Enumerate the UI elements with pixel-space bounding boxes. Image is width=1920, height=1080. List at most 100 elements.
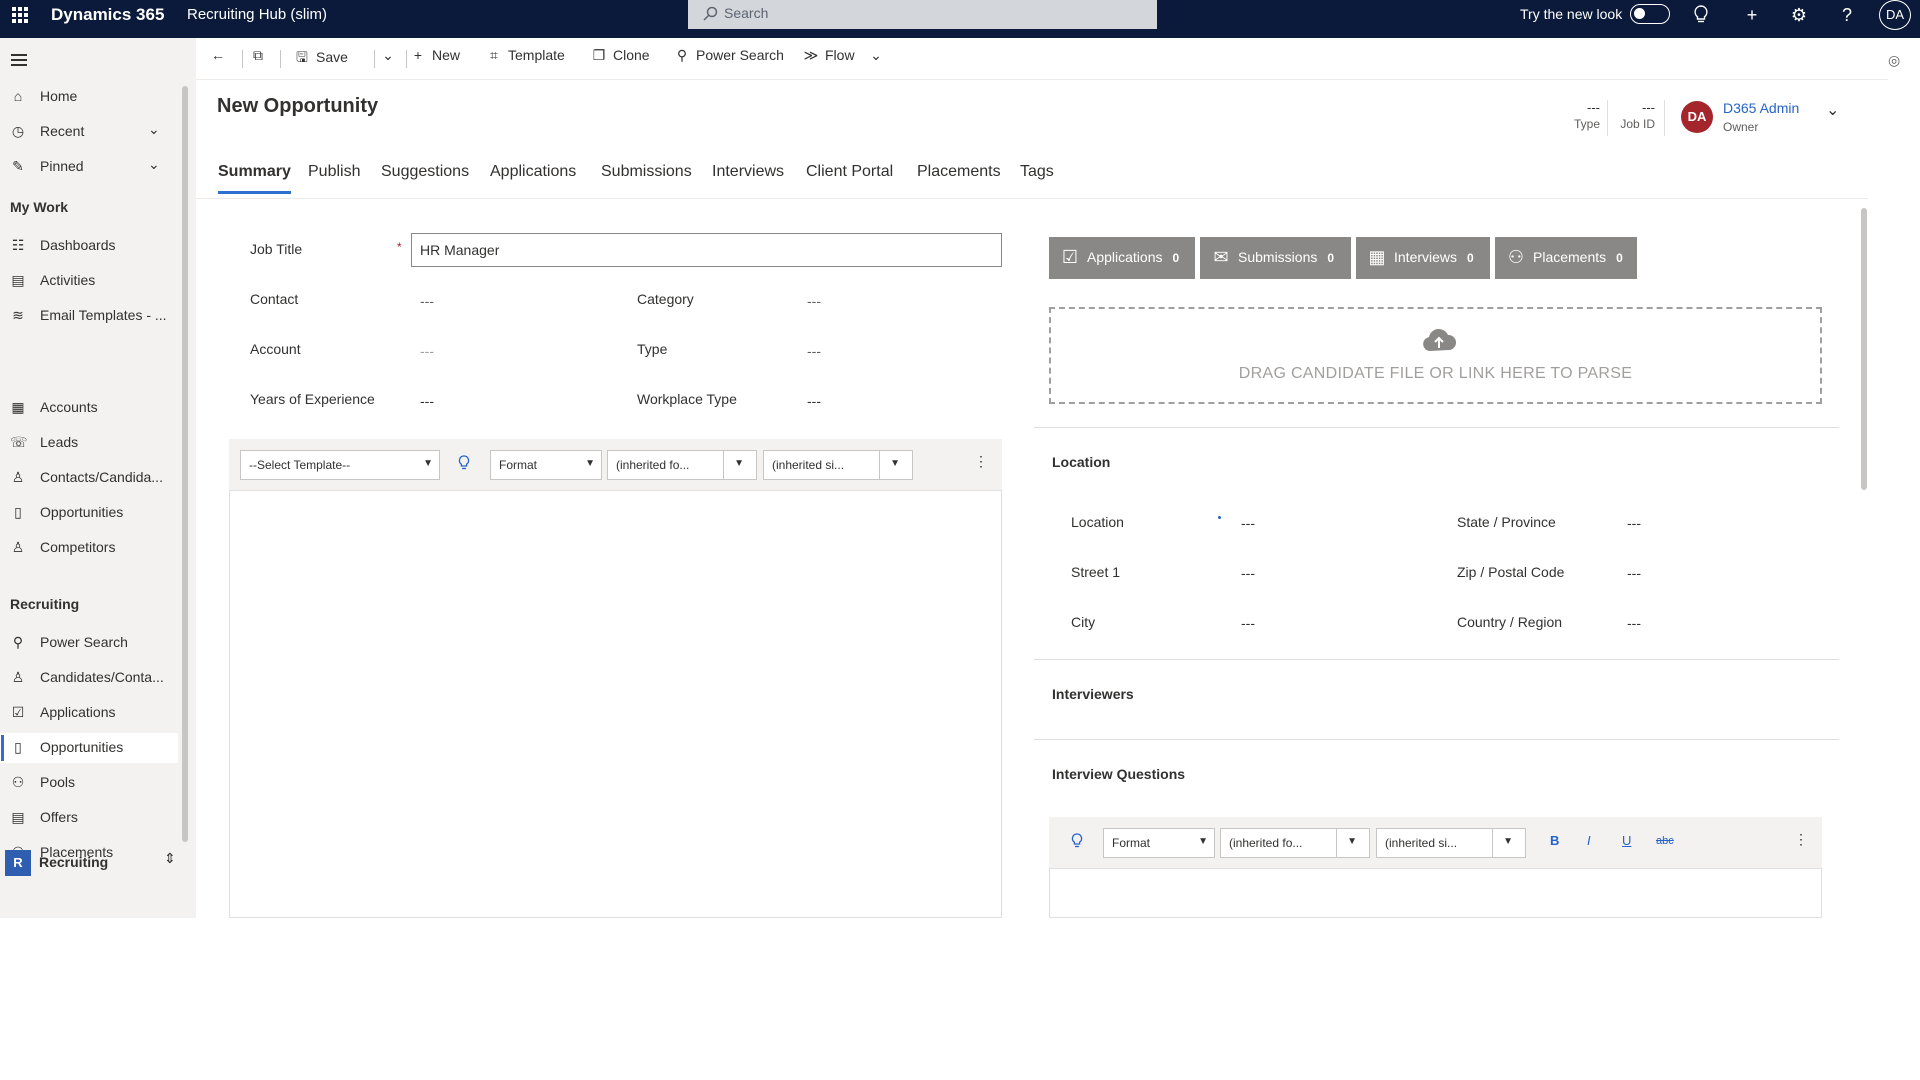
font-size-dropdown[interactable]: (inherited si... ▼ <box>1376 828 1526 858</box>
font-family-dropdown[interactable]: (inherited fo... ▼ <box>607 450 757 480</box>
sidebar-item-pools[interactable]: ⚇ Pools <box>0 768 178 798</box>
save-options-dropdown[interactable]: ⌄ <box>370 47 402 71</box>
area-switcher[interactable]: R Recruiting ⇕ <box>0 844 196 884</box>
sidebar-item-applications[interactable]: ☑ Applications <box>0 698 178 728</box>
power-search-button[interactable]: ⚲ Power Search <box>674 47 784 71</box>
sidebar-item-contacts[interactable]: ♙ Contacts/Candida... <box>0 463 178 493</box>
type-value[interactable]: --- <box>807 343 821 359</box>
tab-publish[interactable]: Publish <box>308 163 360 181</box>
category-value[interactable]: --- <box>807 293 821 309</box>
accounts-icon: ▦ <box>11 399 25 415</box>
location-value[interactable]: --- <box>1241 515 1255 531</box>
sidebar-item-leads[interactable]: ☏ Leads <box>0 428 178 458</box>
tab-tags[interactable]: Tags <box>1020 163 1054 181</box>
help-icon[interactable]: ? <box>1836 4 1858 26</box>
flow-button[interactable]: ≫ Flow <box>803 47 855 71</box>
zip-value[interactable]: --- <box>1627 565 1641 581</box>
back-button[interactable]: ← <box>210 47 232 71</box>
sidebar-item-competitors[interactable]: ♙ Competitors <box>0 533 178 563</box>
search-input[interactable]: Search <box>688 0 1157 29</box>
plus-icon: + <box>413 47 423 63</box>
sidebar-item-candidates[interactable]: ♙ Candidates/Conta... <box>0 663 178 693</box>
save-button[interactable]: 🖫 Save <box>294 47 348 71</box>
avatar[interactable]: DA <box>1879 0 1911 30</box>
app-name[interactable]: Recruiting Hub (slim) <box>187 6 327 23</box>
strikethrough-button[interactable]: abc <box>1656 835 1674 847</box>
nav-scrollbar[interactable] <box>182 86 188 842</box>
open-new-window-button[interactable]: ⧉ <box>250 47 272 71</box>
app-launcher-icon[interactable] <box>12 7 28 23</box>
brand-title[interactable]: Dynamics 365 <box>51 5 164 25</box>
tab-submissions[interactable]: Submissions <box>601 163 692 181</box>
lightbulb-icon[interactable] <box>458 455 470 474</box>
search-placeholder: Search <box>724 5 769 21</box>
sidebar-item-recent[interactable]: ◷ Recent ⌄ <box>0 117 178 147</box>
years-of-experience-value[interactable]: --- <box>420 393 434 409</box>
gear-icon[interactable]: ⚙ <box>1788 4 1810 26</box>
plus-icon[interactable]: + <box>1741 4 1763 26</box>
format-dropdown[interactable]: Format ▼ <box>490 450 602 480</box>
opportunity-icon: ▯ <box>14 504 22 520</box>
interview-questions-editor-body[interactable] <box>1049 869 1822 918</box>
job-title-input[interactable] <box>411 233 1002 267</box>
font-size-dropdown[interactable]: (inherited si... ▼ <box>763 450 913 480</box>
sidebar-item-dashboards[interactable]: ☷ Dashboards <box>0 231 178 261</box>
workplace-type-value[interactable]: --- <box>807 393 821 409</box>
more-options-icon[interactable]: ⋮ <box>1794 831 1808 848</box>
sidebar-item-pinned[interactable]: ✎ Pinned ⌄ <box>0 152 178 182</box>
new-look-toggle[interactable] <box>1630 4 1670 24</box>
chevron-down-icon[interactable]: ⌄ <box>148 156 160 173</box>
tab-applications[interactable]: Applications <box>490 163 576 181</box>
tab-suggestions[interactable]: Suggestions <box>381 163 469 181</box>
template-button[interactable]: ⌗ Template <box>486 47 565 71</box>
caret-down-icon: ▼ <box>734 458 744 469</box>
content-scrollbar[interactable] <box>1861 208 1867 490</box>
chevron-down-icon[interactable]: ⌄ <box>148 121 160 138</box>
font-family-dropdown[interactable]: (inherited fo... ▼ <box>1220 828 1370 858</box>
city-value[interactable]: --- <box>1241 615 1255 631</box>
sidebar-item-opportunities-crm[interactable]: ▯ Opportunities <box>0 498 178 528</box>
underline-button[interactable]: U <box>1622 833 1631 848</box>
lightbulb-icon[interactable] <box>1690 4 1712 26</box>
format-dropdown[interactable]: Format ▼ <box>1103 828 1215 858</box>
tab-summary[interactable]: Summary <box>218 163 291 194</box>
sidebar-item-home[interactable]: ⌂ Home <box>0 82 178 112</box>
flow-dropdown[interactable]: ⌄ <box>868 47 890 71</box>
tab-interviews[interactable]: Interviews <box>712 163 784 181</box>
sidebar-item-offers[interactable]: ▤ Offers <box>0 803 178 833</box>
owner-avatar[interactable]: DA <box>1681 101 1713 133</box>
divider <box>242 50 243 68</box>
new-button[interactable]: + New <box>410 47 460 71</box>
sidebar-item-opportunities[interactable]: ▯ Opportunities <box>0 733 178 763</box>
owner-name-link[interactable]: D365 Admin <box>1723 100 1799 116</box>
location-section-title: Location <box>1052 454 1111 470</box>
street-value[interactable]: --- <box>1241 565 1255 581</box>
caret-down-icon: ▼ <box>890 458 900 469</box>
chevron-down-icon[interactable]: ⌄ <box>1826 100 1839 120</box>
phone-icon: ☏ <box>10 434 28 450</box>
italic-button[interactable]: I <box>1587 833 1591 848</box>
contact-label: Contact <box>250 291 299 307</box>
contact-value[interactable]: --- <box>420 293 434 309</box>
search-icon <box>703 6 718 21</box>
more-options-icon[interactable]: ⋮ <box>974 453 988 470</box>
sidebar-item-power-search[interactable]: ⚲ Power Search <box>0 628 178 658</box>
sidebar-item-activities[interactable]: ▤ Activities <box>0 266 178 296</box>
sidebar-item-email-templates[interactable]: ≋ Email Templates - ... <box>0 301 178 331</box>
tab-client-portal[interactable]: Client Portal <box>806 163 893 181</box>
assistant-icon[interactable]: ◎ <box>1888 52 1900 69</box>
clone-button[interactable]: ❐ Clone <box>591 47 650 71</box>
state-value[interactable]: --- <box>1627 515 1641 531</box>
hamburger-menu-icon[interactable] <box>11 54 27 69</box>
tab-placements[interactable]: Placements <box>917 163 1001 181</box>
interviewers-section: Interviewers <box>1034 672 1839 740</box>
description-editor-body[interactable] <box>229 491 1002 918</box>
recommended-indicator <box>1218 516 1221 519</box>
account-value[interactable]: --- <box>420 343 434 359</box>
sidebar-item-accounts[interactable]: ▦ Accounts <box>0 393 178 423</box>
owner-label: Owner <box>1723 120 1759 134</box>
lightbulb-icon[interactable] <box>1071 833 1083 852</box>
country-value[interactable]: --- <box>1627 615 1641 631</box>
select-template-dropdown[interactable]: --Select Template-- ▼ <box>240 450 440 480</box>
bold-button[interactable]: B <box>1550 833 1559 848</box>
